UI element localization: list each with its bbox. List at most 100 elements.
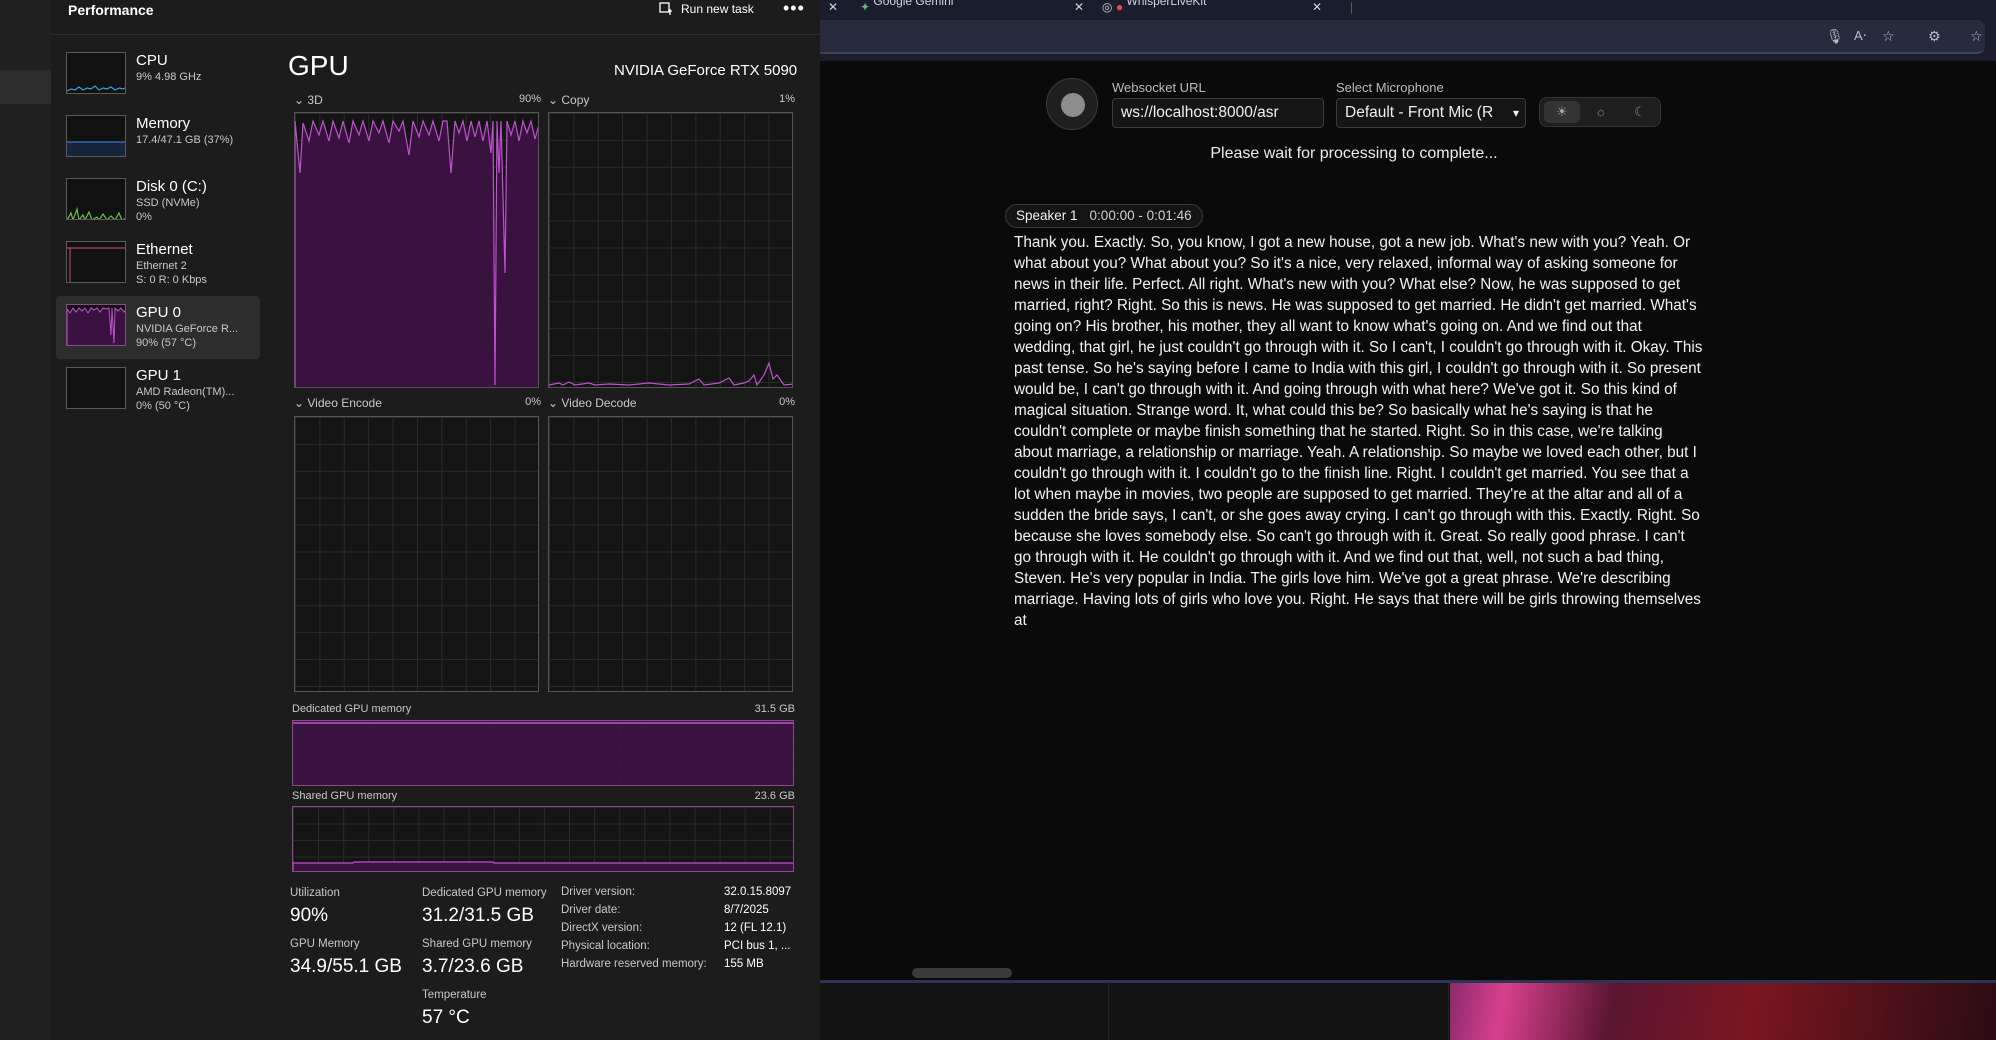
theme-system-icon[interactable]: ☀: [1544, 101, 1580, 123]
theme-dark-icon[interactable]: ☾: [1622, 101, 1658, 123]
sidebar-item-label: Memory: [136, 115, 191, 132]
cpu-thumbnail-graph: [66, 52, 126, 94]
websocket-url-label: Websocket URL: [1112, 80, 1206, 95]
sidebar-item-gpu-0[interactable]: GPU 0 NVIDIA GeForce R... 90% (57 °C): [56, 296, 260, 359]
tab-google-gemini[interactable]: ✦ Google Gemini: [860, 0, 1020, 14]
sidebar-item-detail: 9% 4.98 GHz: [136, 71, 202, 83]
graph-video-encode: [294, 416, 539, 692]
graph-value-copy: 1%: [779, 93, 795, 105]
header-divider: [51, 34, 820, 35]
graph-value-video-decode: 0%: [779, 396, 795, 408]
tab-close-icon[interactable]: ✕: [1312, 0, 1322, 14]
shared-gpu-memory-value: 3.7/23.6 GB: [422, 956, 524, 977]
gpu-heading: GPU: [288, 50, 349, 81]
chevron-down-icon: ⌄: [548, 93, 562, 107]
chevron-down-icon: ⌄: [294, 93, 308, 107]
dedicated-gpu-memory-value: 31.2/31.5 GB: [422, 905, 534, 926]
utilization-label: Utilization: [290, 887, 340, 899]
dedicated-memory-graph: [292, 720, 794, 786]
info-key: DirectX version:: [561, 922, 643, 934]
tab-whisperlivekit[interactable]: ◎ ● WhisperLiveKit: [1102, 0, 1262, 14]
sidebar-item-detail: S: 0 R: 0 Kbps: [136, 274, 207, 286]
sidebar-item-label: GPU 1: [136, 367, 182, 384]
horizontal-scrollbar[interactable]: [912, 968, 1012, 978]
memory-thumbnail-graph: [66, 115, 126, 157]
nav-rail-selected-item[interactable]: [0, 70, 51, 104]
graph-label-3d[interactable]: ⌄ 3D: [294, 93, 323, 107]
sidebar-item-detail: SSD (NVMe): [136, 197, 200, 209]
sidebar-item-memory[interactable]: Memory 17.4/47.1 GB (37%): [56, 107, 260, 170]
graph-video-decode: [548, 416, 793, 692]
status-message: Please wait for processing to complete..…: [1210, 145, 1498, 162]
graph-3d: [294, 112, 539, 388]
favorites-icon[interactable]: ☆: [1970, 28, 1983, 45]
tab-close-icon[interactable]: ✕: [828, 0, 838, 14]
gemini-favicon-icon: ✦: [860, 0, 874, 14]
info-value: 32.0.15.8097: [724, 886, 792, 898]
speaker-badge: Speaker 1 0:00:00 - 0:01:46: [1005, 204, 1203, 228]
websocket-url-input[interactable]: [1112, 98, 1324, 128]
speaker-name: Speaker 1: [1016, 208, 1078, 223]
dedicated-memory-label: Dedicated GPU memory: [292, 703, 412, 715]
page-title: Performance: [68, 2, 154, 18]
dedicated-gpu-memory-label: Dedicated GPU memory: [422, 887, 547, 899]
graph-copy: [548, 112, 793, 388]
theme-light-icon[interactable]: ☼: [1583, 101, 1619, 123]
record-button[interactable]: [1046, 78, 1098, 130]
sidebar-item-cpu[interactable]: CPU 9% 4.98 GHz: [56, 44, 260, 107]
sidebar-item-gpu-1[interactable]: GPU 1 AMD Radeon(TM)... 0% (50 °C): [56, 359, 260, 422]
sidebar-item-label: CPU: [136, 52, 168, 69]
info-key: Hardware reserved memory:: [561, 958, 707, 970]
microphone-select[interactable]: Default - Front Mic (R ▾: [1336, 98, 1526, 128]
temperature-value: 57 °C: [422, 1007, 470, 1028]
microphone-label: Select Microphone: [1336, 80, 1444, 95]
shared-memory-max: 23.6 GB: [754, 790, 795, 802]
sidebar-item-label: GPU 0: [136, 304, 182, 321]
graph-label-copy[interactable]: ⌄ Copy: [548, 93, 589, 107]
dedicated-memory-max: 31.5 GB: [754, 703, 795, 715]
sidebar-item-disk[interactable]: Disk 0 (C:) SSD (NVMe) 0%: [56, 170, 260, 233]
desktop-wallpaper: [1450, 983, 1996, 1040]
run-new-task-label: Run new task: [681, 2, 754, 16]
gpu1-thumbnail-graph: [66, 367, 126, 409]
gpu0-thumbnail-graph: [66, 304, 126, 346]
extensions-icon[interactable]: ⚙: [1928, 28, 1941, 45]
favorite-star-icon[interactable]: ☆: [1882, 28, 1895, 45]
graph-value-video-encode: 0%: [525, 396, 541, 408]
theme-toggle: ☀ ☼ ☾: [1539, 97, 1661, 127]
performance-sidebar: CPU 9% 4.98 GHz Memory 17.4/47.1 GB (37%…: [56, 44, 260, 422]
transcript-text: Thank you. Exactly. So, you know, I got …: [1014, 234, 1703, 629]
ethernet-thumbnail-graph: [66, 241, 126, 283]
record-icon: [1061, 93, 1085, 117]
info-value: 155 MB: [724, 958, 764, 970]
speaker-time-range: 0:00:00 - 0:01:46: [1089, 208, 1192, 223]
sidebar-item-detail: 90% (57 °C): [136, 337, 197, 349]
gpu-model-name: NVIDIA GeForce RTX 5090: [614, 62, 798, 79]
sidebar-item-detail: 0%: [136, 211, 152, 223]
tab-close-icon[interactable]: ✕: [1074, 0, 1084, 14]
microphone-icon[interactable]: 🎙︎: [1826, 28, 1844, 45]
address-bar[interactable]: [820, 20, 1985, 54]
info-value: 12 (FL 12.1): [724, 922, 787, 934]
sidebar-item-label: Ethernet: [136, 241, 193, 258]
run-new-task-button[interactable]: Run new task: [659, 2, 754, 16]
sidebar-item-ethernet[interactable]: Ethernet Ethernet 2 S: 0 R: 0 Kbps: [56, 233, 260, 296]
recording-icon: ●: [1115, 0, 1127, 14]
sidebar-item-detail: 17.4/47.1 GB (37%): [136, 134, 234, 146]
info-key: Physical location:: [561, 940, 650, 952]
task-manager-header: Performance Run new task •••: [51, 0, 820, 22]
read-aloud-icon[interactable]: A‧: [1854, 28, 1867, 44]
disk-thumbnail-graph: [66, 178, 126, 220]
task-manager-window: Performance Run new task ••• CPU 9% 4.98…: [0, 0, 820, 1040]
shared-gpu-memory-label: Shared GPU memory: [422, 938, 532, 950]
info-key: Driver version:: [561, 886, 636, 898]
run-task-icon: [659, 2, 672, 15]
tab-strip: ✕ ✦ Google Gemini ✕ ◎ ● WhisperLiveKit ✕…: [820, 0, 1996, 14]
utilization-value: 90%: [290, 905, 329, 926]
more-options-icon[interactable]: •••: [783, 0, 805, 19]
sidebar-item-detail: NVIDIA GeForce R...: [136, 323, 239, 335]
info-value: PCI bus 1, ...: [724, 940, 791, 952]
graph-label-video-decode[interactable]: ⌄ Video Decode: [548, 396, 637, 410]
graph-label-video-encode[interactable]: ⌄ Video Encode: [294, 396, 382, 410]
globe-icon: ◎: [1102, 0, 1116, 14]
